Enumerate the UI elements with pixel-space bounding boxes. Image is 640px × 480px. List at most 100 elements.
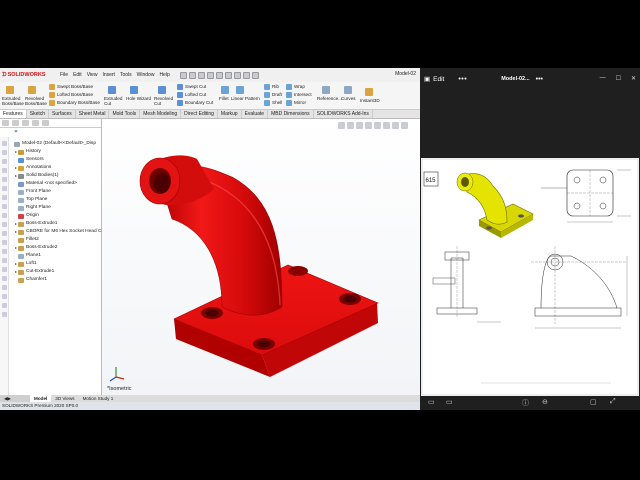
edit-button[interactable]: ▣ Edit <box>424 75 444 84</box>
close-icon[interactable]: ✕ <box>631 75 636 82</box>
tree-item[interactable]: Right Plane <box>10 204 102 212</box>
mirror-icon[interactable] <box>286 100 292 106</box>
minimize-icon[interactable]: — <box>600 75 606 82</box>
solidworks-logo[interactable]: ᗪ SOLIDWORKS <box>0 72 56 79</box>
strip-icon[interactable] <box>2 177 7 182</box>
extrude-boss-icon[interactable] <box>6 86 14 94</box>
strip-icon[interactable] <box>2 204 7 209</box>
linear-pattern-icon[interactable] <box>236 86 244 94</box>
strip-icon[interactable] <box>2 312 7 317</box>
tree-item[interactable]: Top Plane <box>10 196 102 204</box>
strip-icon[interactable] <box>2 195 7 200</box>
strip-icon[interactable] <box>2 213 7 218</box>
tab-mold-tools[interactable]: Mold Tools <box>109 110 141 118</box>
tab-features[interactable]: Features <box>0 110 27 118</box>
extrude-cut-icon[interactable] <box>108 86 116 94</box>
draft-icon[interactable] <box>264 92 270 98</box>
maximize-icon[interactable]: ☐ <box>616 75 621 82</box>
strip-icon[interactable] <box>2 240 7 245</box>
swept-boss-button[interactable]: Swept Boss/Base <box>57 84 93 89</box>
lofted-cut-button[interactable]: Lofted Cut <box>185 92 206 97</box>
reference-geometry-icon[interactable] <box>322 86 330 94</box>
tab-evaluate[interactable]: Evaluate <box>242 110 269 118</box>
revolve-cut-icon[interactable] <box>158 86 166 94</box>
strip-icon[interactable] <box>2 150 7 155</box>
curves-icon[interactable] <box>344 86 352 94</box>
strip-icon[interactable] <box>2 267 7 272</box>
rib-icon[interactable] <box>264 84 270 90</box>
menu-item-insert[interactable]: Insert <box>102 72 115 78</box>
tree-item[interactable]: ▸ History <box>10 148 102 156</box>
swept-cut-button[interactable]: Swept Cut <box>185 84 206 89</box>
fit-window-icon[interactable]: ▢ <box>590 398 597 406</box>
rebuild-icon[interactable] <box>233 71 241 79</box>
bottom-tab-3d-views[interactable]: 3D Views <box>51 395 78 402</box>
fillet-button[interactable]: Fillet <box>219 96 229 101</box>
tree-item[interactable]: ▸ Boss-Extrude1 <box>10 220 102 228</box>
hole-wizard-icon[interactable] <box>130 86 138 94</box>
strip-icon[interactable] <box>2 231 7 236</box>
tree-item[interactable]: Model-02 (Default<<Default>_Disp <box>10 140 102 148</box>
tree-item[interactable]: Sensors <box>10 156 102 164</box>
open-icon[interactable] <box>197 71 205 79</box>
home-icon[interactable] <box>179 71 187 79</box>
fullscreen-icon[interactable]: ⤢ <box>610 398 616 406</box>
tree-item[interactable]: Material <not specified> <box>10 180 102 188</box>
mirror-button[interactable]: Mirror <box>294 100 306 105</box>
drawing-image[interactable]: 615 <box>421 158 639 396</box>
strip-icon[interactable] <box>2 141 7 146</box>
menu-item-edit[interactable]: Edit <box>73 72 82 78</box>
shell-button[interactable]: Shell <box>272 100 282 105</box>
menu-item-help[interactable]: Help <box>159 72 169 78</box>
tree-item[interactable]: Plane1 <box>10 252 102 260</box>
tree-item[interactable]: ▸ Cut-Extrude1 <box>10 268 102 276</box>
config-tab-icon[interactable] <box>22 120 29 126</box>
boundary-cut-button[interactable]: Boundary Cut <box>185 100 213 105</box>
tree-item[interactable]: ▸ Solid Bodies(1) <box>10 172 102 180</box>
graphics-area[interactable]: *Isometric <box>102 119 420 395</box>
strip-icon[interactable] <box>2 168 7 173</box>
bottom-tab-motion-study-1[interactable]: Motion Study 1 <box>79 395 118 402</box>
shell-icon[interactable] <box>264 100 270 106</box>
intersect-icon[interactable] <box>286 92 292 98</box>
boundary-boss-button[interactable]: Boundary Boss/Base <box>57 100 100 105</box>
tab-scroll-arrows[interactable]: ◀▶ <box>0 395 30 402</box>
extruded-cut-button[interactable]: Extruded Cut <box>104 96 124 106</box>
lofted-boss-icon[interactable] <box>49 92 55 98</box>
wrap-button[interactable]: Wrap <box>294 84 305 89</box>
tree-item[interactable]: ▸ Boss-Extrude2 <box>10 244 102 252</box>
fillet-icon[interactable] <box>221 86 229 94</box>
strip-icon[interactable] <box>2 159 7 164</box>
revolved-cut-button[interactable]: Revolved Cut <box>154 96 174 106</box>
tree-item[interactable]: Front Plane <box>10 188 102 196</box>
tree-item[interactable]: Fillet2 <box>10 236 102 244</box>
select-icon[interactable] <box>224 71 232 79</box>
strip-icon[interactable] <box>2 276 7 281</box>
lofted-boss-button[interactable]: Lofted Boss/Base <box>57 92 93 97</box>
rib-button[interactable]: Rib <box>272 84 279 89</box>
strip-icon[interactable] <box>2 186 7 191</box>
display-tab-icon[interactable] <box>42 120 49 126</box>
linear-pattern-button[interactable]: Linear Pattern <box>231 96 260 101</box>
tree-item[interactable]: Chamfer1 <box>10 276 102 284</box>
tab-sheet-metal[interactable]: Sheet Metal <box>76 110 110 118</box>
swept-boss-icon[interactable] <box>49 84 55 90</box>
menu-item-view[interactable]: View <box>87 72 98 78</box>
more-options-icon[interactable]: ••• <box>458 76 467 83</box>
tree-item[interactable]: ▸ Annotations <box>10 164 102 172</box>
info-icon[interactable]: ⓘ <box>522 398 529 408</box>
hole-wizard-button[interactable]: Hole Wizard <box>126 96 151 101</box>
revolved-boss-button[interactable]: Revolved Boss/Base <box>25 96 47 106</box>
strip-icon[interactable] <box>2 294 7 299</box>
bottom-tab-model[interactable]: Model <box>30 395 52 402</box>
gallery-icon[interactable]: ▭ <box>446 398 453 406</box>
dimxpert-tab-icon[interactable] <box>32 120 39 126</box>
boundary-boss-icon[interactable] <box>49 100 55 106</box>
feature-tree-tab-icon[interactable] <box>2 120 9 126</box>
filter-icon[interactable]: ⏷ <box>0 128 101 136</box>
draft-button[interactable]: Draft <box>272 92 282 97</box>
tab-sketch[interactable]: Sketch <box>27 110 50 118</box>
boundary-cut-icon[interactable] <box>177 100 183 106</box>
menu-item-file[interactable]: File <box>60 72 68 78</box>
strip-icon[interactable] <box>2 285 7 290</box>
